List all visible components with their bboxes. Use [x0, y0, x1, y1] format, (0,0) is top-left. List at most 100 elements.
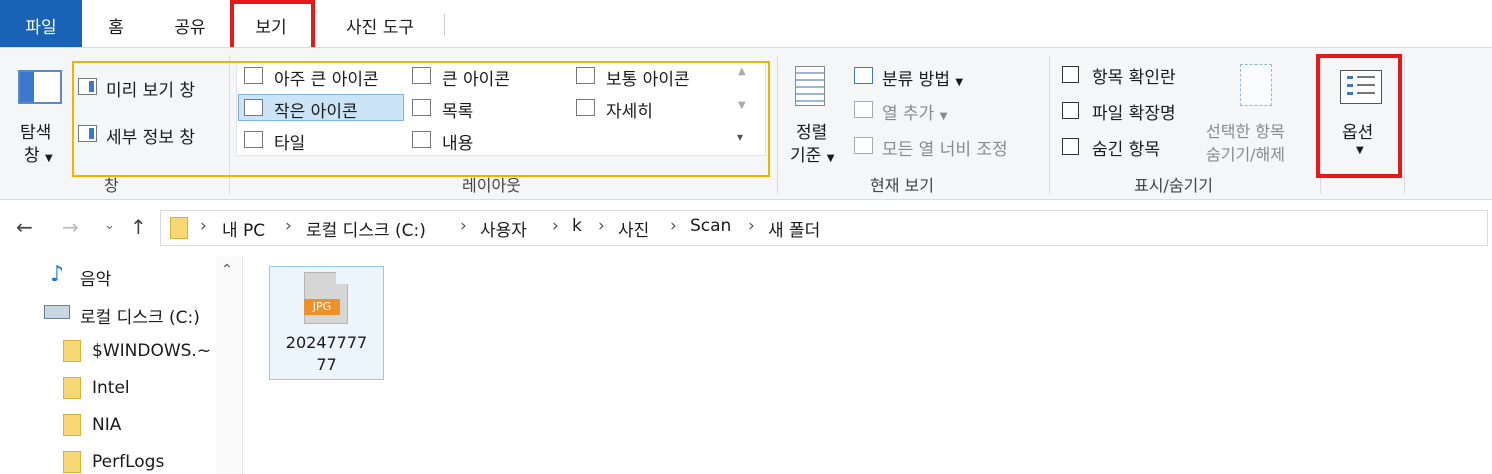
dropdown-caret-icon: ▼: [826, 153, 835, 164]
breadcrumb-chevron-icon[interactable]: ›: [598, 216, 605, 236]
ribbon-tab-bar: 파일 홈 공유 보기 사진 도구: [0, 0, 1492, 47]
file-name-line1: 20247777: [285, 333, 368, 352]
navigation-pane-label[interactable]: 탐색: [20, 118, 51, 143]
tab-home[interactable]: 홈: [96, 0, 136, 47]
breadcrumb-users[interactable]: 사용자: [480, 216, 527, 241]
details-option[interactable]: 자세히: [606, 97, 653, 122]
breadcrumb-chevron-icon[interactable]: ›: [552, 216, 559, 236]
drive-icon: [44, 305, 70, 319]
dropdown-caret-icon: ▼: [939, 111, 948, 122]
tiles-icon: [244, 131, 263, 148]
layout-group-label: 레이아웃: [462, 176, 521, 195]
nav-item-nia[interactable]: NIA: [92, 415, 121, 435]
breadcrumb-this-pc[interactable]: 내 PC: [222, 216, 265, 241]
recent-locations-chevron-icon[interactable]: ⌄: [104, 218, 115, 233]
tab-divider: [444, 14, 445, 36]
group-separator: [229, 56, 230, 194]
sort-by-label2[interactable]: 기준 ▼: [790, 141, 834, 166]
group-separator: [1049, 56, 1050, 194]
group-separator: [777, 56, 778, 194]
navigation-pane-label2[interactable]: 창 ▼: [24, 141, 53, 166]
breadcrumb-chevron-icon[interactable]: ›: [200, 216, 207, 236]
gallery-expand-icon[interactable]: ▾: [737, 130, 743, 144]
large-icons-option[interactable]: 큰 아이콘: [442, 65, 510, 90]
nav-item-perflogs[interactable]: PerfLogs: [92, 452, 164, 472]
sort-by-label[interactable]: 정렬: [796, 118, 827, 143]
list-icon: [412, 99, 431, 116]
sort-by-label2-text: 기준: [790, 146, 822, 166]
extra-large-icons-icon: [244, 67, 263, 84]
breadcrumb-scan[interactable]: Scan: [690, 216, 731, 236]
item-checkboxes-label[interactable]: 항목 확인란: [1092, 63, 1176, 88]
content-option[interactable]: 내용: [442, 129, 473, 154]
content-icon: [412, 131, 431, 148]
folder-icon: [63, 414, 81, 436]
breadcrumb-chevron-icon[interactable]: ›: [285, 216, 292, 236]
preview-pane-icon: [78, 78, 97, 95]
breadcrumb-k[interactable]: k: [572, 216, 582, 236]
size-columns-icon: [854, 137, 873, 154]
file-name-line2: 77: [316, 355, 337, 374]
options-caret-icon[interactable]: ▼: [1356, 145, 1364, 156]
medium-icons-icon: [576, 67, 595, 84]
breadcrumb-chevron-icon[interactable]: ›: [460, 216, 467, 236]
nav-item-music[interactable]: 음악: [80, 265, 111, 290]
tiles-option[interactable]: 타일: [274, 129, 305, 154]
options-button[interactable]: 옵션: [1342, 118, 1373, 143]
tab-share[interactable]: 공유: [160, 0, 220, 47]
add-columns-button[interactable]: 열 추가 ▼: [882, 99, 947, 124]
nav-item-windows-tmp[interactable]: $WINDOWS.~: [92, 341, 211, 361]
list-option[interactable]: 목록: [442, 97, 473, 122]
hide-selected-icon: [1240, 64, 1272, 106]
preview-pane-button[interactable]: 미리 보기 창: [106, 76, 195, 101]
add-columns-text: 열 추가: [882, 104, 935, 124]
nav-item-intel[interactable]: Intel: [92, 378, 130, 398]
gallery-scroll-down-icon[interactable]: ▼: [738, 100, 746, 111]
nav-item-local-disk[interactable]: 로컬 디스크 (C:): [80, 303, 200, 328]
size-all-columns-button[interactable]: 모든 열 너비 조정: [882, 135, 1008, 160]
file-extensions-checkbox[interactable]: [1062, 102, 1079, 119]
panes-group-label: 창: [104, 176, 119, 195]
breadcrumb-pictures[interactable]: 사진: [618, 216, 649, 241]
breadcrumb-chevron-icon[interactable]: ›: [670, 216, 677, 236]
navigation-pane-icon: [18, 70, 62, 104]
tab-view[interactable]: 보기: [238, 0, 304, 47]
details-pane-button[interactable]: 세부 정보 창: [106, 123, 195, 148]
sort-by-icon: [795, 66, 825, 106]
item-checkboxes-checkbox[interactable]: [1062, 66, 1079, 83]
folder-icon: [63, 377, 81, 399]
jpg-file-icon: JPG: [304, 272, 348, 324]
hide-selected-label2[interactable]: 숨기기/해제: [1206, 141, 1285, 165]
forward-arrow-icon[interactable]: →: [62, 215, 79, 239]
options-icon: [1340, 70, 1382, 104]
current-view-group-label: 현재 보기: [870, 176, 934, 195]
tab-picture-tools[interactable]: 사진 도구: [330, 0, 430, 47]
scroll-up-chevron-icon[interactable]: ⌃: [221, 262, 233, 278]
medium-icons-option[interactable]: 보통 아이콘: [606, 65, 690, 90]
up-arrow-icon[interactable]: ↑: [130, 215, 147, 239]
show-hide-group-label: 표시/숨기기: [1134, 176, 1213, 195]
hidden-items-checkbox[interactable]: [1062, 138, 1079, 155]
pane-divider: [242, 256, 243, 474]
folder-icon: [63, 451, 81, 473]
file-extensions-label[interactable]: 파일 확장명: [1092, 99, 1176, 124]
breadcrumb-new-folder[interactable]: 새 폴더: [768, 216, 820, 241]
group-by-text: 분류 방법: [882, 70, 950, 90]
hide-selected-label[interactable]: 선택한 항목: [1206, 118, 1285, 142]
hidden-items-label[interactable]: 숨긴 항목: [1092, 135, 1160, 160]
group-separator: [1404, 56, 1405, 194]
group-by-button[interactable]: 분류 방법 ▼: [882, 65, 963, 90]
extra-large-icons-option[interactable]: 아주 큰 아이콘: [274, 65, 379, 90]
dropdown-caret-icon: ▼: [955, 77, 964, 88]
add-columns-icon: [854, 101, 873, 118]
folder-icon: [63, 340, 81, 362]
nav-pane-scrollbar[interactable]: [216, 256, 242, 474]
breadcrumb-chevron-icon[interactable]: ›: [748, 216, 755, 236]
music-icon: ♪: [50, 262, 65, 287]
small-icons-option[interactable]: 작은 아이콘: [274, 97, 358, 122]
group-by-icon: [854, 67, 873, 84]
tab-file[interactable]: 파일: [0, 0, 82, 47]
back-arrow-icon[interactable]: ←: [16, 215, 33, 239]
gallery-scroll-up-icon[interactable]: ▲: [738, 66, 746, 77]
breadcrumb-local-disk[interactable]: 로컬 디스크 (C:): [306, 216, 426, 241]
